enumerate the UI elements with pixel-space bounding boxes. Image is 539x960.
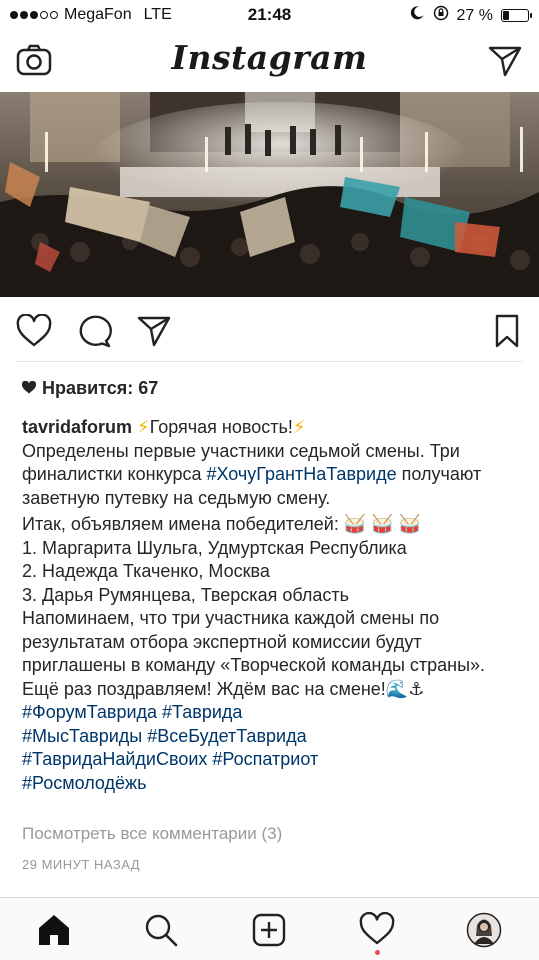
post-timestamp: 29 МИНУТ НАЗАД [22,857,141,872]
view-all-comments-link[interactable]: Посмотреть все комментарии (3) [22,824,282,844]
small-heart-icon [21,378,37,399]
winner-item: 3. Дарья Румянцева, Тверская область [22,584,349,605]
status-right: 27 % [409,5,532,26]
direct-send-icon[interactable] [487,44,523,78]
caption-headline: Горячая новость! [149,417,293,437]
hashtag-link[interactable]: #Росмолодёжь [22,773,146,793]
hashtag-link[interactable]: #ТавридаНайдиСвоих [22,749,207,769]
add-post-icon[interactable] [251,912,287,948]
bookmark-icon[interactable] [489,314,525,348]
winner-item: 2. Надежда Ткаченко, Москва [22,561,270,581]
app-title: Instagram [171,38,368,77]
comment-bubble-icon[interactable] [76,314,112,348]
winner-item: 1. Маргарита Шульга, Удмуртская Республи… [22,537,407,558]
battery-icon [501,9,532,22]
lightning-emoji-icon: ⚡ [292,417,306,437]
top-nav: Instagram [0,30,539,92]
lightning-emoji-icon: ⚡ [137,417,150,437]
home-icon[interactable] [36,912,72,948]
activity-heart-icon[interactable] [359,911,395,948]
hashtag-link[interactable]: #ФорумТаврида [22,702,157,722]
wave-anchor-emoji-icon: 🌊⚓ [385,678,425,699]
likes-label: Нравится: 67 [42,378,159,398]
drum-emoji-icon: 🥁 🥁 🥁 [343,514,422,534]
post-actions [16,300,523,362]
moon-icon [409,5,425,26]
search-icon[interactable] [143,912,179,948]
likes-count[interactable]: Нравится: 67 [21,378,159,399]
share-send-icon[interactable] [136,314,172,348]
notification-dot [375,950,380,955]
hashtag-link[interactable]: #Таврида [162,702,242,722]
hashtag-link[interactable]: #Роспатриот [212,749,318,769]
hashtag-link[interactable]: #ХочуГрантНаТавриде [206,464,396,484]
caption-username[interactable]: tavridaforum [22,417,132,437]
caption-announce: Итак, объявляем имена победителей: [22,514,339,534]
post-caption: tavridaforum ⚡Горячая новость!⚡ Определе… [22,416,522,798]
hashtag-link[interactable]: #МысТавриды [22,726,142,746]
bottom-tab-bar [0,897,539,960]
rotation-lock-icon [433,5,449,26]
status-bar: MegaFon LTE 21:48 27 % [0,0,539,30]
hashtag-link[interactable]: #ВсеБудетТаврида [147,726,306,746]
profile-avatar[interactable] [466,912,502,948]
like-heart-icon[interactable] [16,313,52,348]
battery-percent: 27 % [456,6,493,24]
post-photo[interactable] [0,92,539,297]
